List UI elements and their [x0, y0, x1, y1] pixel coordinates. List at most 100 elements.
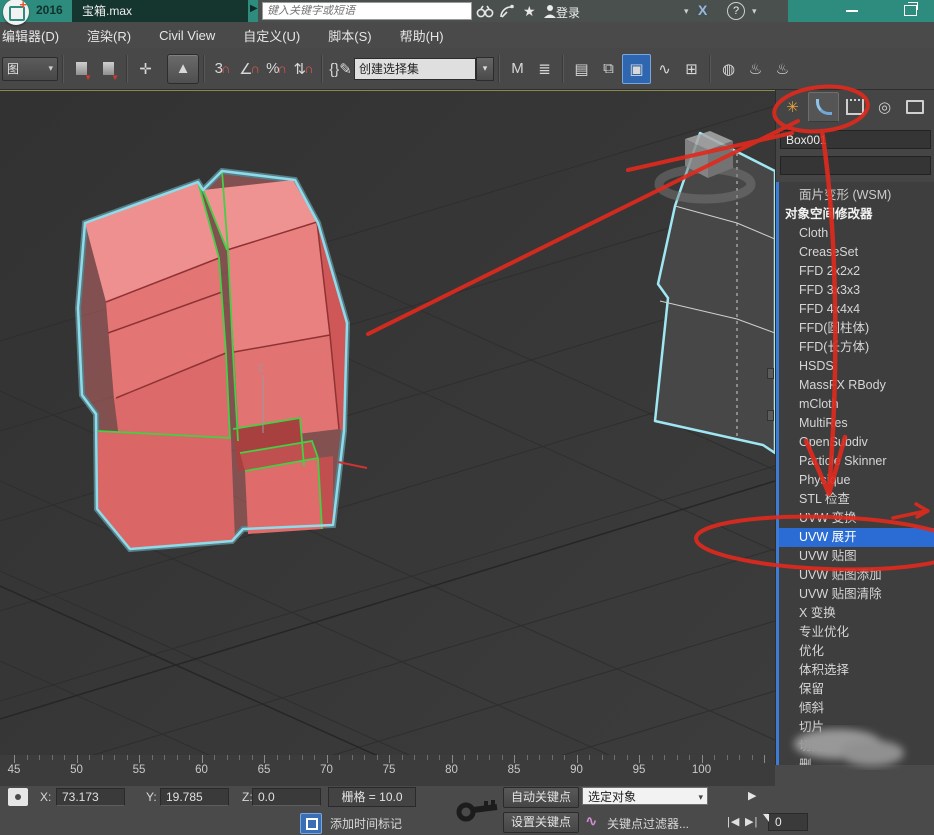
menu-help[interactable]: 帮助(H) — [400, 26, 444, 45]
align-button[interactable]: ≣ — [531, 55, 558, 83]
angle-snap-button[interactable]: ∠∩ — [236, 55, 263, 83]
modifier-item[interactable]: FFD 3x3x3 — [779, 281, 934, 300]
reference-coordinate-dropdown[interactable]: 图▾ — [2, 57, 58, 81]
use-selection-center-button[interactable]: ▼ — [95, 55, 122, 83]
use-pivot-point-center-button[interactable]: ▼ — [68, 55, 95, 83]
tab-hierarchy[interactable] — [840, 93, 869, 121]
keyboard-override-marker-icon[interactable]: ▶ — [748, 789, 756, 802]
render-setup-button[interactable]: ◍ — [715, 55, 742, 83]
layer-manager-button[interactable]: ▤ — [568, 55, 595, 83]
panel-splitter-handle[interactable] — [767, 410, 774, 421]
timeline-ruler[interactable]: 4550556065707580859095100 — [0, 755, 775, 787]
graphite-ribbon-button[interactable]: ⧉ — [595, 55, 622, 83]
search-input[interactable] — [262, 2, 472, 20]
curve-editor-button[interactable]: ∿ — [651, 55, 678, 83]
sign-in-person-icon[interactable] — [543, 2, 557, 20]
modifier-list-combo[interactable] — [780, 156, 931, 175]
communication-center-icon[interactable] — [499, 2, 515, 20]
second-box-object[interactable] — [655, 133, 775, 453]
menu-graph-editors[interactable]: 编辑器(D) — [2, 26, 59, 45]
modifier-item[interactable]: Particle Skinner — [779, 452, 934, 471]
modifier-item[interactable]: 保留 — [779, 680, 934, 699]
modifier-item[interactable]: 面片变形 (WSM) — [779, 186, 934, 205]
sign-in-label[interactable]: 登录 — [556, 4, 580, 21]
isolate-selection-toggle-icon[interactable] — [300, 813, 322, 834]
render-production-button[interactable]: ♨ — [769, 55, 796, 83]
modifier-item[interactable]: CreaseSet — [779, 243, 934, 262]
modifier-item[interactable]: FFD(长方体) — [779, 338, 934, 357]
modifier-item[interactable]: UVW 变换 — [779, 509, 934, 528]
named-set-dropdown-button[interactable]: ▾ — [476, 57, 494, 81]
modifier-item[interactable]: 删 — [779, 756, 934, 765]
tab-display[interactable] — [900, 93, 929, 121]
modifier-item[interactable]: X 变换 — [779, 604, 934, 623]
menu-rendering[interactable]: 渲染(R) — [87, 26, 131, 45]
select-and-manipulate-button[interactable]: ✛ — [132, 55, 159, 83]
panel-splitter-handle[interactable] — [767, 368, 774, 379]
perspective-viewport[interactable]: Z — [0, 90, 775, 755]
search-flyout-arrow-icon[interactable]: ▶ — [250, 3, 258, 14]
modifier-item[interactable]: mCloth — [779, 395, 934, 414]
modifier-item[interactable]: FFD 2x2x2 — [779, 262, 934, 281]
go-to-start-button[interactable]: |◀ — [727, 815, 740, 828]
modifier-item[interactable]: 切片 — [779, 718, 934, 737]
tab-modify[interactable] — [808, 92, 839, 122]
set-key-button[interactable]: 设置关键点 — [503, 812, 579, 833]
auto-key-button[interactable]: 自动关键点 — [503, 787, 579, 808]
current-frame-field[interactable]: 0 — [768, 813, 808, 831]
modifier-item[interactable]: MultiRes — [779, 414, 934, 433]
help-caret-icon[interactable]: ▾ — [752, 2, 757, 20]
modifier-item[interactable]: MassFX RBody — [779, 376, 934, 395]
restore-button[interactable] — [890, 0, 930, 22]
selection-filter-dropdown[interactable]: 选定对象▾ — [582, 787, 708, 805]
snaps-toggle-3d-button[interactable]: 3∩ — [209, 55, 236, 83]
keyboard-shortcut-override-button[interactable]: ▲ — [167, 54, 199, 84]
modifier-item[interactable]: 倾斜 — [779, 699, 934, 718]
schematic-view-button[interactable]: ⊞ — [678, 55, 705, 83]
help-icon[interactable]: ? — [727, 2, 745, 20]
object-name-field[interactable]: Box001 — [780, 130, 931, 149]
go-to-end-button[interactable]: ▶| — [745, 815, 758, 828]
modifier-item[interactable]: 切角 — [779, 737, 934, 756]
app-badge-icon[interactable]: + — [3, 0, 29, 25]
minimize-button[interactable] — [832, 0, 872, 22]
percent-snap-button[interactable]: %∩ — [263, 55, 290, 83]
scene-explorer-button[interactable]: ▣ — [622, 54, 651, 84]
sign-in-caret-icon[interactable]: ▾ — [684, 2, 689, 20]
modifier-item[interactable]: 对象空间修改器 — [779, 205, 934, 224]
spinner-snap-button[interactable]: ⇅∩ — [290, 55, 317, 83]
menu-scripting[interactable]: 脚本(S) — [328, 26, 371, 45]
favorites-star-icon[interactable]: ★ — [523, 2, 536, 20]
modifier-item[interactable]: UVW 贴图清除 — [779, 585, 934, 604]
key-filter-curve-icon[interactable]: ∿ — [585, 812, 598, 830]
edit-named-selection-sets-button[interactable]: {}✎ — [327, 55, 354, 83]
modifier-item[interactable]: UVW 贴图添加 — [779, 566, 934, 585]
menu-civil-view[interactable]: Civil View — [159, 28, 215, 43]
menu-customize[interactable]: 自定义(U) — [243, 26, 300, 45]
modifier-item[interactable]: 专业优化 — [779, 623, 934, 642]
modifier-item[interactable]: 体积选择 — [779, 661, 934, 680]
modifier-item[interactable]: OpenSubdiv — [779, 433, 934, 452]
tab-create[interactable]: ✳ — [778, 93, 807, 121]
named-selection-set-field[interactable]: 创建选择集 — [354, 58, 476, 80]
modifier-item[interactable]: STL 检查 — [779, 490, 934, 509]
modifier-item[interactable]: 优化 — [779, 642, 934, 661]
tab-motion[interactable]: ◎ — [870, 93, 899, 121]
modifier-item[interactable]: FFD 4x4x4 — [779, 300, 934, 319]
modifier-item[interactable]: UVW 贴图 — [779, 547, 934, 566]
x-coordinate-field[interactable]: 73.173 — [56, 788, 125, 806]
z-coordinate-field[interactable]: 0.0 — [252, 788, 321, 806]
rendered-frame-window-button[interactable]: ♨ — [742, 55, 769, 83]
key-filters-button[interactable]: 关键点过滤器... — [607, 815, 689, 832]
modifier-item[interactable]: UVW 展开 — [779, 528, 934, 547]
modifier-item[interactable]: Cloth — [779, 224, 934, 243]
add-time-tag-label[interactable]: 添加时间标记 — [330, 815, 402, 832]
chest-model[interactable] — [78, 171, 347, 549]
mirror-button[interactable]: M — [504, 55, 531, 83]
y-coordinate-field[interactable]: 19.785 — [160, 788, 229, 806]
transform-gizmo-toggle-icon[interactable] — [8, 788, 28, 806]
modifier-item[interactable]: Physique — [779, 471, 934, 490]
modifier-item[interactable]: HSDS — [779, 357, 934, 376]
modifier-item[interactable]: FFD(圆柱体) — [779, 319, 934, 338]
search-binoculars-icon[interactable] — [476, 2, 494, 20]
